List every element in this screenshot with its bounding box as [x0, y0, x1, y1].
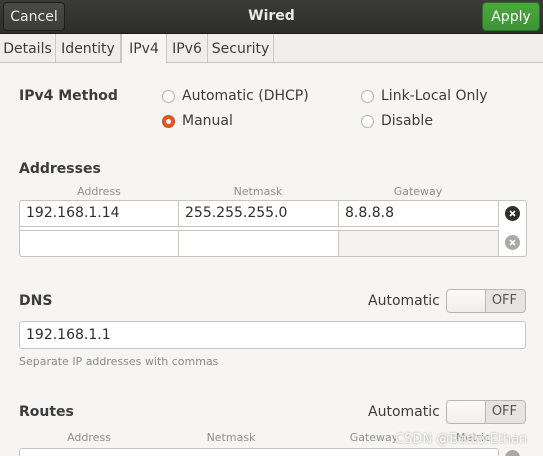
delete-row-icon[interactable] [505, 235, 520, 250]
header-bar: Cancel Wired Apply [0, 0, 543, 34]
addresses-title: Addresses [19, 161, 101, 177]
column-header-netmask: Netmask [233, 185, 283, 198]
tab-ipv6[interactable]: IPv6 [167, 34, 208, 63]
switch-knob [447, 401, 486, 423]
netmask-field[interactable] [178, 230, 339, 257]
routes-title: Routes [19, 404, 74, 420]
switch-state: OFF [491, 293, 517, 308]
tab-security[interactable]: Security [208, 34, 274, 63]
radio-disable[interactable]: Disable [361, 113, 433, 129]
delete-row-icon[interactable] [505, 450, 520, 456]
radio-label: Manual [182, 113, 233, 129]
radio-automatic-dhcp[interactable]: Automatic (DHCP) [162, 88, 309, 104]
delete-row-icon[interactable] [505, 206, 520, 221]
column-header-address: Address [67, 431, 111, 444]
dns-title: DNS [19, 293, 53, 309]
switch-knob [447, 290, 486, 312]
radio-indicator [361, 89, 374, 103]
address-field[interactable] [19, 230, 179, 257]
routes-automatic-label: Automatic [368, 404, 440, 420]
tab-bar: Details Identity IPv4 IPv6 Security [0, 34, 543, 64]
radio-indicator [361, 114, 374, 128]
radio-label: Disable [381, 113, 433, 129]
tab-identity[interactable]: Identity [56, 34, 121, 63]
dns-automatic-switch[interactable]: OFF [446, 289, 526, 313]
radio-label: Automatic (DHCP) [182, 88, 309, 104]
radio-label: Link-Local Only [381, 88, 488, 104]
apply-button[interactable]: Apply [482, 2, 540, 31]
dns-automatic-label: Automatic [368, 293, 440, 309]
column-header-netmask: Netmask [206, 431, 256, 444]
address-field[interactable]: 192.168.1.14 [19, 200, 179, 227]
radio-indicator [162, 89, 175, 103]
column-header-gateway: Gateway [393, 185, 443, 198]
radio-indicator-selected [162, 114, 175, 128]
column-header-address: Address [77, 185, 121, 198]
dns-hint: Separate IP addresses with commas [19, 355, 219, 368]
ipv4-method-label: IPv4 Method [19, 88, 118, 104]
switch-state: OFF [491, 404, 517, 419]
gateway-field[interactable]: 8.8.8.8 [338, 200, 499, 227]
routes-table [19, 448, 499, 456]
tab-ipv4[interactable]: IPv4 [121, 34, 167, 64]
netmask-field[interactable]: 255.255.255.0 [178, 200, 339, 227]
tab-details[interactable]: Details [0, 34, 56, 63]
watermark: CSDN @BetterEthan [395, 432, 528, 447]
radio-link-local-only[interactable]: Link-Local Only [361, 88, 488, 104]
radio-manual[interactable]: Manual [162, 113, 233, 129]
routes-automatic-switch[interactable]: OFF [446, 400, 526, 424]
dns-input[interactable]: 192.168.1.1 [19, 321, 526, 349]
window-title: Wired [248, 8, 295, 24]
gateway-field[interactable] [338, 230, 499, 257]
